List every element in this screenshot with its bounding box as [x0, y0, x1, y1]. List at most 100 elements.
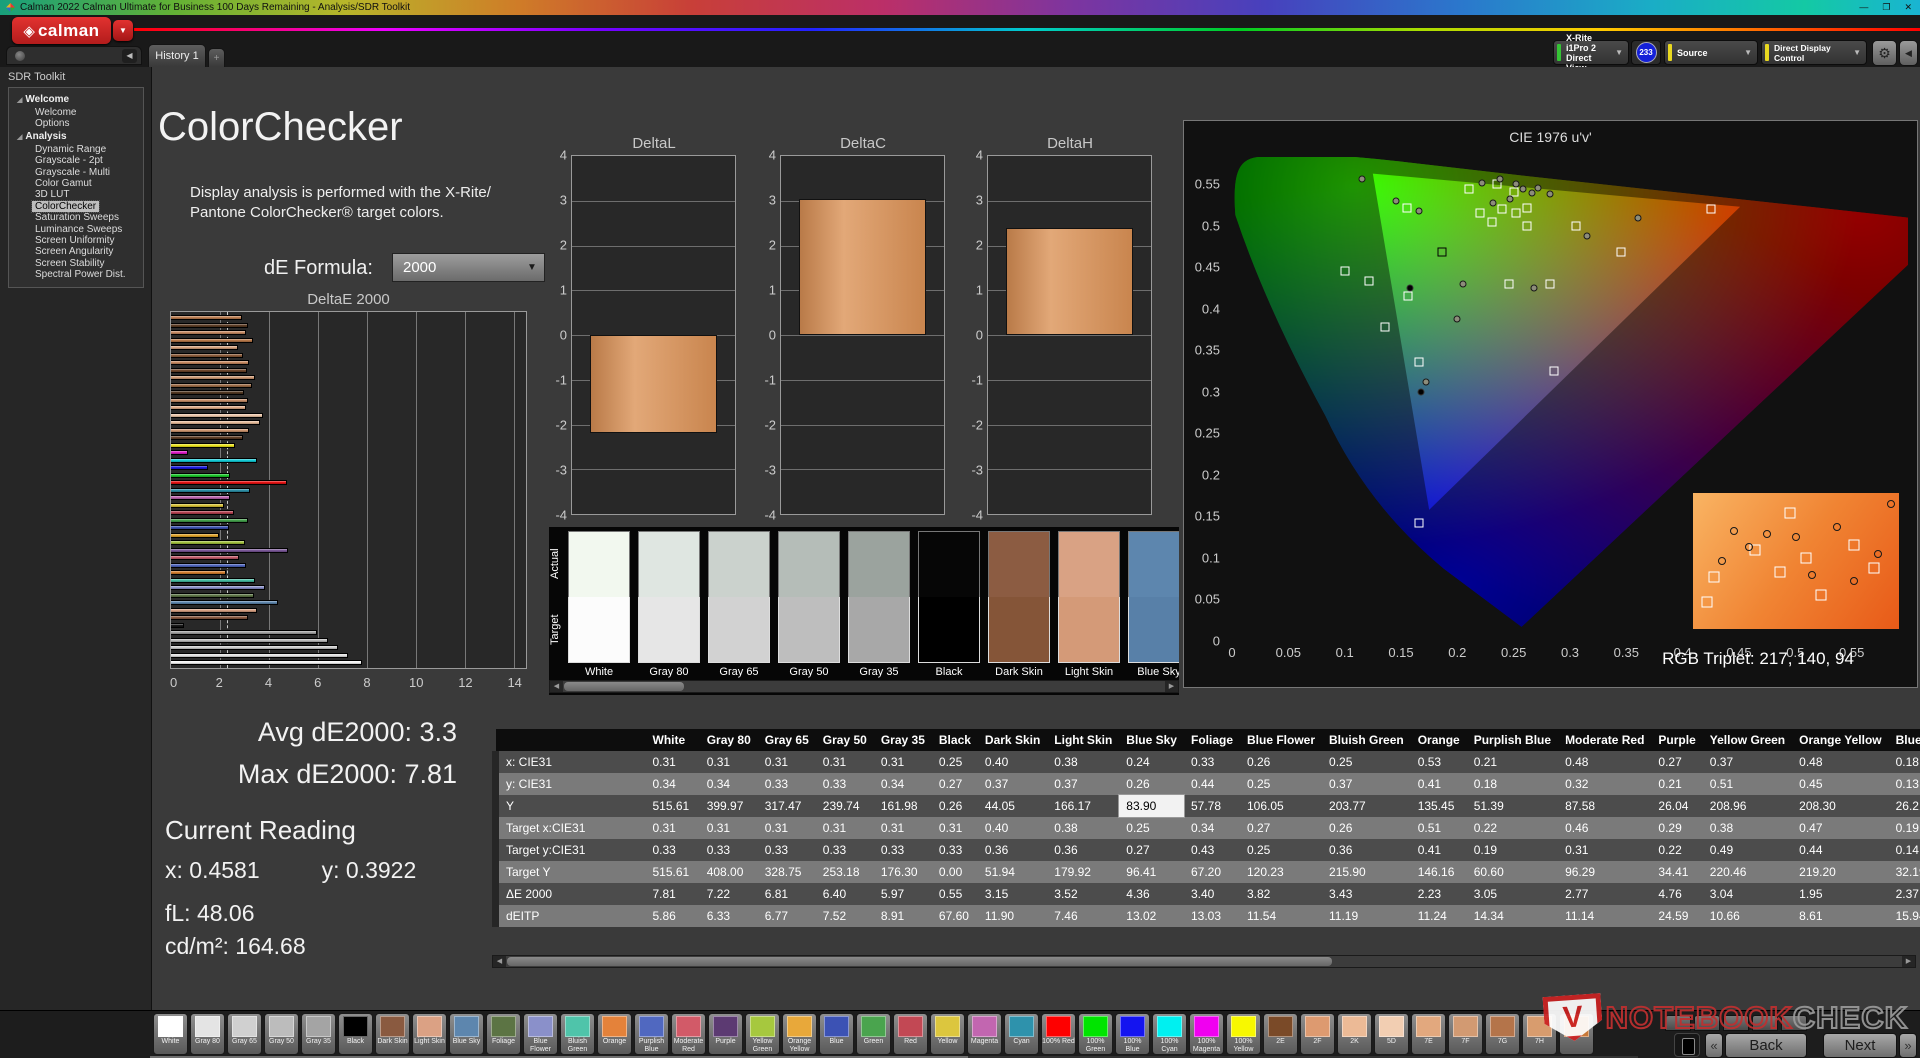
- palette-patch-100-yellow[interactable]: 100% Yellow: [1226, 1013, 1261, 1055]
- scroll-left-icon[interactable]: ◀: [550, 681, 563, 692]
- de-formula-dropdown[interactable]: 2000 ▼: [392, 253, 545, 282]
- column-header[interactable]: Orange Yellow: [1792, 729, 1889, 751]
- palette-patch-100-magenta[interactable]: 100% Magenta: [1189, 1013, 1224, 1055]
- table-cell[interactable]: 7.46: [1047, 905, 1120, 927]
- sidebar-item-grayscale-multi[interactable]: Grayscale - Multi: [11, 167, 141, 178]
- table-cell[interactable]: 0.31: [757, 751, 816, 773]
- sidebar-item-screen-uniformity[interactable]: Screen Uniformity: [11, 235, 141, 246]
- table-cell[interactable]: 0.33: [757, 839, 816, 861]
- table-cell[interactable]: 0.25: [1119, 817, 1184, 839]
- table-cell[interactable]: 0.27: [1651, 751, 1703, 773]
- table-cell[interactable]: 0.31: [931, 817, 978, 839]
- table-cell[interactable]: 0.34: [645, 773, 700, 795]
- table-cell[interactable]: 219.20: [1792, 861, 1889, 883]
- palette-patch-purplish-blue[interactable]: Purplish Blue: [634, 1013, 669, 1055]
- table-cell[interactable]: 34.41: [1651, 861, 1703, 883]
- table-cell[interactable]: 161.98: [873, 795, 932, 817]
- table-cell[interactable]: 96.29: [1558, 861, 1652, 883]
- table-cell[interactable]: 6.77: [757, 905, 816, 927]
- table-cell[interactable]: 0.34: [699, 773, 758, 795]
- table-cell[interactable]: 0.34: [873, 773, 932, 795]
- table-cell[interactable]: 0.48: [1558, 751, 1652, 773]
- table-cell[interactable]: 3.52: [1047, 883, 1120, 905]
- swatch-strip-scrollbar[interactable]: ◀ ▶: [549, 680, 1179, 693]
- table-cell[interactable]: 408.00: [699, 861, 758, 883]
- table-cell[interactable]: 0.25: [1240, 839, 1323, 861]
- sidebar-item-dynamic-range[interactable]: Dynamic Range: [11, 144, 141, 155]
- palette-patch-light-skin[interactable]: Light Skin: [412, 1013, 447, 1055]
- palette-patch-7f[interactable]: 7F: [1448, 1013, 1483, 1055]
- scroll-right-icon[interactable]: ▶: [1902, 956, 1915, 967]
- palette-patch-purple[interactable]: Purple: [708, 1013, 743, 1055]
- table-cell[interactable]: 0.19: [1888, 817, 1920, 839]
- table-cell[interactable]: 24.59: [1651, 905, 1703, 927]
- meter-count-badge[interactable]: 233: [1635, 42, 1657, 63]
- table-cell[interactable]: 0.33: [699, 839, 758, 861]
- palette-patch-white[interactable]: White: [153, 1013, 188, 1055]
- table-cell[interactable]: 0.37: [1047, 773, 1120, 795]
- sidebar-item-screen-stability[interactable]: Screen Stability: [11, 258, 141, 269]
- palette-patch-5d[interactable]: 5D: [1374, 1013, 1409, 1055]
- table-cell[interactable]: 0.36: [1322, 839, 1411, 861]
- collapse-right-button[interactable]: ◀: [1899, 40, 1918, 66]
- palette-patch-magenta[interactable]: Magenta: [967, 1013, 1002, 1055]
- palette-patch-2k[interactable]: 2K: [1337, 1013, 1372, 1055]
- palette-patch-100-green[interactable]: 100% Green: [1078, 1013, 1113, 1055]
- table-cell[interactable]: 515.61: [645, 861, 700, 883]
- table-cell[interactable]: 3.43: [1322, 883, 1411, 905]
- table-cell[interactable]: 7.22: [699, 883, 758, 905]
- table-cell[interactable]: 3.40: [1183, 883, 1240, 905]
- column-header[interactable]: Yellow Green: [1702, 729, 1793, 751]
- table-cell[interactable]: 328.75: [757, 861, 816, 883]
- tree-section-welcome[interactable]: ◢ Welcome: [11, 93, 141, 107]
- table-cell[interactable]: 0.21: [1651, 773, 1703, 795]
- table-cell[interactable]: 0.31: [645, 751, 700, 773]
- table-cell[interactable]: 7.81: [645, 883, 700, 905]
- table-cell[interactable]: 0.26: [1240, 751, 1323, 773]
- table-cell[interactable]: 11.24: [1410, 905, 1467, 927]
- table-cell[interactable]: 0.37: [977, 773, 1048, 795]
- sidebar-item-options[interactable]: Options: [11, 118, 141, 129]
- table-cell[interactable]: 7.52: [815, 905, 874, 927]
- table-cell[interactable]: 0.36: [1047, 839, 1120, 861]
- table-cell[interactable]: 5.86: [645, 905, 700, 927]
- column-header[interactable]: Dark Skin: [977, 729, 1048, 751]
- sidebar-item-3d-lut[interactable]: 3D LUT: [11, 189, 141, 200]
- table-cell[interactable]: 0.22: [1466, 817, 1559, 839]
- table-cell[interactable]: 51.94: [977, 861, 1048, 883]
- table-cell[interactable]: 0.31: [699, 751, 758, 773]
- table-cell[interactable]: 0.18: [1466, 773, 1559, 795]
- table-cell[interactable]: 6.40: [815, 883, 874, 905]
- table-cell[interactable]: 0.51: [1410, 817, 1467, 839]
- table-cell[interactable]: 239.74: [815, 795, 874, 817]
- table-cell[interactable]: 4.36: [1119, 883, 1184, 905]
- table-cell[interactable]: 0.31: [873, 817, 932, 839]
- meter-dropdown[interactable]: X-Rite i1Pro 2Direct View ▼: [1553, 33, 1629, 73]
- table-cell[interactable]: 0.27: [1240, 817, 1323, 839]
- table-cell[interactable]: 0.31: [873, 751, 932, 773]
- palette-patch-dark-skin[interactable]: Dark Skin: [375, 1013, 410, 1055]
- table-cell[interactable]: 0.26: [1119, 773, 1184, 795]
- column-header[interactable]: Blue: [1888, 729, 1920, 751]
- column-header[interactable]: Light Skin: [1047, 729, 1120, 751]
- table-cell[interactable]: 83.90: [1118, 794, 1185, 818]
- table-cell[interactable]: 3.04: [1702, 883, 1793, 905]
- table-cell[interactable]: 0.27: [931, 773, 978, 795]
- table-cell[interactable]: 0.31: [815, 817, 874, 839]
- column-header[interactable]: White: [645, 729, 700, 751]
- table-cell[interactable]: 0.25: [931, 751, 978, 773]
- column-header[interactable]: Gray 80: [699, 729, 758, 751]
- table-cell[interactable]: 179.92: [1047, 861, 1120, 883]
- table-cell[interactable]: 3.15: [977, 883, 1048, 905]
- palette-patch-7e[interactable]: 7E: [1411, 1013, 1446, 1055]
- palette-patch-orange[interactable]: Orange: [597, 1013, 632, 1055]
- table-cell[interactable]: 0.21: [1466, 751, 1559, 773]
- table-cell[interactable]: 0.31: [645, 817, 700, 839]
- table-cell[interactable]: 60.60: [1466, 861, 1559, 883]
- table-cell[interactable]: 0.26: [1322, 817, 1411, 839]
- table-cell[interactable]: 0.40: [977, 817, 1048, 839]
- sidebar-item-colorchecker[interactable]: ColorChecker: [30, 199, 101, 214]
- table-cell[interactable]: 51.39: [1466, 795, 1559, 817]
- table-cell[interactable]: 0.38: [1047, 817, 1120, 839]
- sidebar-item-saturation-sweeps[interactable]: Saturation Sweeps: [11, 212, 141, 223]
